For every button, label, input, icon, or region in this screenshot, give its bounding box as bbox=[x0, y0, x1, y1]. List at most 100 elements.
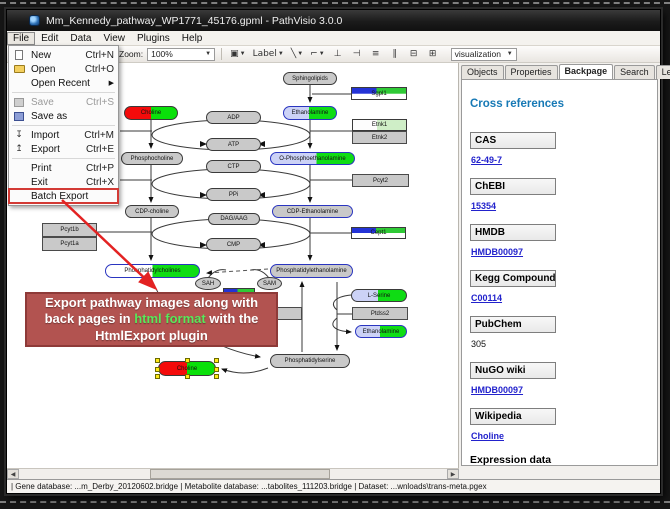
window-title: Mm_Kennedy_pathway_WP1771_45176.gpml - P… bbox=[46, 15, 342, 27]
align-middle-tool[interactable]: ⊣ bbox=[349, 47, 365, 61]
node-label: Phosphatidylethanolamine bbox=[276, 268, 346, 274]
horizontal-scrollbar[interactable]: ◀ ▶ bbox=[7, 468, 459, 479]
node-label: Etnk2 bbox=[372, 135, 387, 141]
common-width-tool[interactable]: ⊟ bbox=[406, 47, 422, 61]
node-cmp[interactable]: CMP bbox=[206, 238, 261, 251]
node-label: L-Serine bbox=[368, 293, 391, 299]
menu-item-label: Import bbox=[31, 130, 78, 141]
datanode-tool[interactable]: ▣▼ bbox=[228, 47, 247, 61]
menubar-item-help[interactable]: Help bbox=[176, 32, 209, 45]
node-dag-aag[interactable]: DAG/AAG bbox=[208, 213, 260, 225]
tab-search[interactable]: Search bbox=[614, 65, 655, 79]
menu-item-label: Exit bbox=[31, 177, 80, 188]
stack-horizontal-tool[interactable]: ≡ bbox=[368, 47, 384, 61]
node-sah[interactable]: SAH bbox=[195, 277, 221, 290]
tab-legend[interactable]: Legend bbox=[656, 65, 670, 79]
xref-section-kegg-compound: Kegg CompoundC00114 bbox=[470, 270, 657, 303]
menu-separator bbox=[12, 158, 115, 159]
xref-section-hmdb: HMDB HMDB00097 bbox=[470, 224, 657, 257]
menubar-item-view[interactable]: View bbox=[97, 32, 131, 45]
tab-backpage[interactable]: Backpage bbox=[559, 64, 614, 79]
file-menu-item-open[interactable]: OpenCtrl+O bbox=[9, 62, 118, 76]
node-cdp-ethanolamine[interactable]: CDP-Ethanolamine bbox=[272, 205, 353, 218]
xref-link[interactable]: HMDB00097 bbox=[471, 247, 523, 257]
zoom-combobox[interactable]: 100%▼ bbox=[147, 48, 215, 61]
xref-link[interactable]: 15354 bbox=[471, 201, 496, 211]
node-choline-top[interactable]: Choline bbox=[124, 106, 178, 120]
node-pcyt1a[interactable]: Pcyt1a bbox=[42, 237, 97, 251]
file-menu-item-export[interactable]: ↥ExportCtrl+E bbox=[9, 142, 118, 156]
node-adp[interactable]: ADP bbox=[206, 111, 261, 124]
node-ethanolamine-top[interactable]: Ethanolamine bbox=[283, 106, 337, 120]
file-menu-item-batch-export[interactable]: Batch Export bbox=[9, 189, 118, 203]
annotation-callout: Export pathway images along with back pa… bbox=[25, 292, 278, 347]
file-menu-item-exit[interactable]: ExitCtrl+X bbox=[9, 175, 118, 189]
node-phosphatidylcholines[interactable]: Phosphatidylcholines bbox=[105, 264, 200, 278]
node-ethanolamine-bottom[interactable]: Ethanolamine bbox=[355, 325, 407, 338]
selection-handle[interactable] bbox=[155, 358, 160, 363]
tab-properties[interactable]: Properties bbox=[505, 65, 558, 79]
selection-handle[interactable] bbox=[185, 374, 190, 379]
node-label: Pcyt1b bbox=[60, 227, 78, 233]
selection-handle[interactable] bbox=[185, 358, 190, 363]
node-ppi[interactable]: PPi bbox=[206, 188, 261, 201]
xref-link[interactable]: 62-49-7 bbox=[471, 155, 502, 165]
xref-header: HMDB bbox=[470, 224, 556, 241]
menubar-item-plugins[interactable]: Plugins bbox=[131, 32, 176, 45]
stack-vertical-tool[interactable]: ∥ bbox=[387, 47, 403, 61]
scroll-right-arrow-icon[interactable]: ▶ bbox=[447, 469, 459, 479]
xref-link[interactable]: Choline bbox=[471, 431, 504, 441]
selection-handle[interactable] bbox=[155, 374, 160, 379]
file-menu-item-new[interactable]: NewCtrl+N bbox=[9, 48, 118, 62]
node-cept1[interactable]: Cept1 bbox=[351, 227, 406, 239]
menubar-item-file[interactable]: File bbox=[7, 32, 35, 45]
node-etnk1[interactable]: Etnk1 bbox=[352, 119, 407, 131]
title-bar[interactable]: Mm_Kennedy_pathway_WP1771_45176.gpml - P… bbox=[7, 10, 660, 31]
node-ptdss2[interactable]: Ptdss2 bbox=[352, 307, 408, 320]
node-pcyt2[interactable]: Pcyt2 bbox=[352, 174, 409, 187]
node-o-phosphoethanolamine[interactable]: O-Phosphoethanolamine bbox=[270, 152, 355, 165]
file-menu-item-print[interactable]: PrintCtrl+P bbox=[9, 161, 118, 175]
submenu-arrow-icon: ▶ bbox=[109, 79, 114, 87]
node-label: SAM bbox=[263, 281, 276, 287]
file-menu-item-save[interactable]: SaveCtrl+S bbox=[9, 95, 118, 109]
xref-section-wikipedia: WikipediaCholine bbox=[470, 408, 657, 441]
align-center-tool[interactable]: ⊥ bbox=[330, 47, 346, 61]
selection-handle[interactable] bbox=[214, 374, 219, 379]
node-phosphatidylserine[interactable]: Phosphatidylserine bbox=[270, 354, 350, 368]
selection-handle[interactable] bbox=[214, 367, 219, 372]
menu-separator bbox=[12, 125, 115, 126]
chevron-down-icon: ▼ bbox=[205, 51, 211, 57]
xref-link[interactable]: C00114 bbox=[471, 293, 502, 303]
node-sphingolipids[interactable]: Sphingolipids bbox=[283, 72, 337, 85]
scroll-left-arrow-icon[interactable]: ◀ bbox=[7, 469, 19, 479]
xref-value: 305 bbox=[471, 339, 657, 349]
line-tool[interactable]: ╲▼ bbox=[289, 47, 305, 61]
connector-tool[interactable]: ⌐▼ bbox=[308, 47, 327, 61]
visualization-combobox[interactable]: visualization▼ bbox=[451, 48, 517, 61]
selection-handle[interactable] bbox=[155, 367, 160, 372]
label-tool[interactable]: Label▼ bbox=[251, 47, 286, 61]
common-height-tool[interactable]: ⊞ bbox=[425, 47, 441, 61]
file-menu-item-import[interactable]: ↧ImportCtrl+M bbox=[9, 128, 118, 142]
tab-objects[interactable]: Objects bbox=[461, 65, 504, 79]
scrollbar-thumb[interactable] bbox=[150, 469, 330, 479]
menu-item-label: Open Recent bbox=[31, 78, 103, 89]
node-atp[interactable]: ATP bbox=[206, 138, 261, 151]
file-menu-item-save-as[interactable]: Save as bbox=[9, 109, 118, 123]
menubar-item-edit[interactable]: Edit bbox=[35, 32, 64, 45]
node-cdp-choline[interactable]: CDP-choline bbox=[125, 205, 179, 218]
node-pcyt1b[interactable]: Pcyt1b bbox=[42, 223, 97, 237]
file-menu-item-open-recent[interactable]: Open Recent ▶ bbox=[9, 76, 118, 90]
node-phosphatidylethanolamine[interactable]: Phosphatidylethanolamine bbox=[270, 264, 353, 278]
menubar-item-data[interactable]: Data bbox=[64, 32, 97, 45]
node-sam[interactable]: SAM bbox=[257, 277, 282, 290]
node-sgpl1[interactable]: Sgpl1 bbox=[351, 87, 407, 100]
node-l-serine[interactable]: L-Serine bbox=[351, 289, 407, 302]
node-phosphocholine[interactable]: Phosphocholine bbox=[121, 152, 183, 165]
selection-handle[interactable] bbox=[214, 358, 219, 363]
node-etnk2[interactable]: Etnk2 bbox=[352, 131, 407, 144]
node-ctp[interactable]: CTP bbox=[206, 160, 261, 173]
xref-link[interactable]: HMDB00097 bbox=[471, 385, 523, 395]
menu-separator bbox=[12, 92, 115, 93]
